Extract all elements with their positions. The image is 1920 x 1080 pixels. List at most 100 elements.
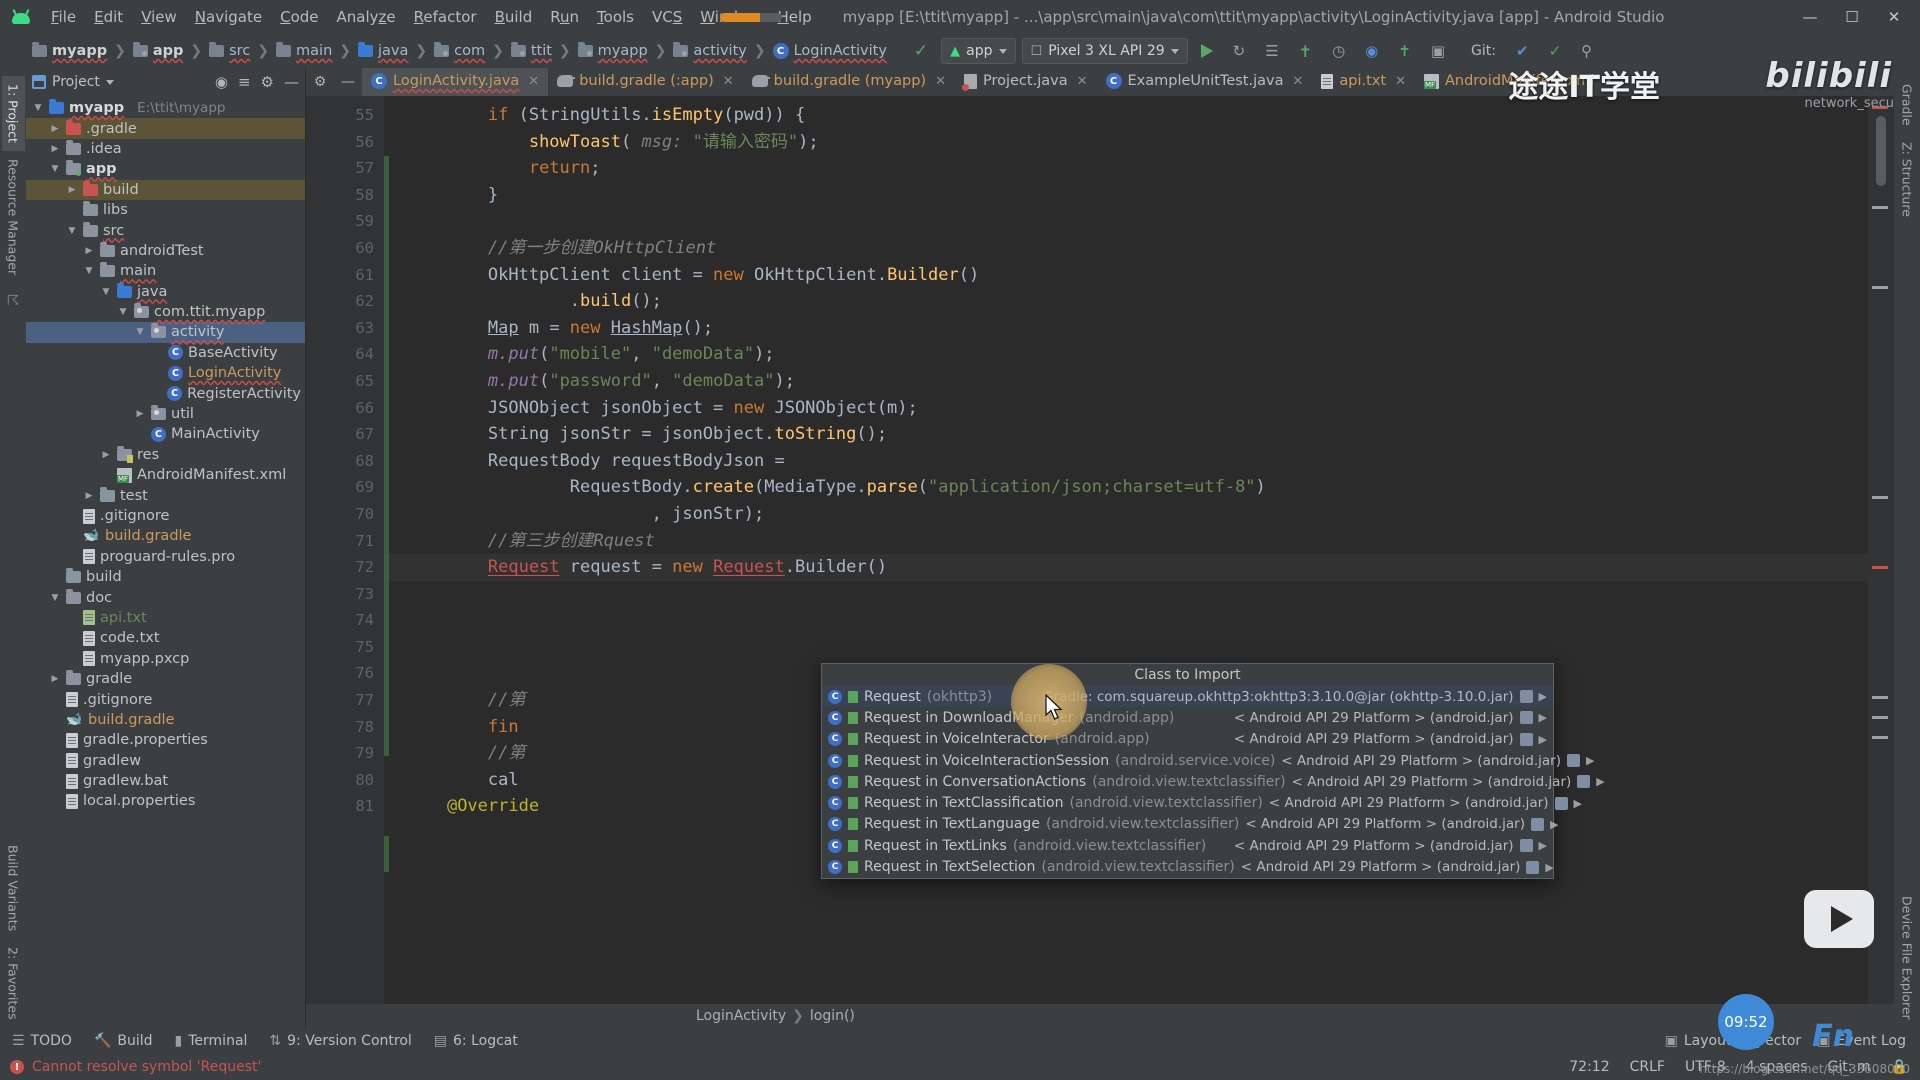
tree-node-api-txt[interactable]: api.txt: [26, 608, 305, 628]
code-line[interactable]: [384, 208, 1868, 235]
tree-node-local-properties[interactable]: local.properties: [26, 791, 305, 811]
code-line[interactable]: [384, 634, 1868, 661]
tree-node-src[interactable]: ▼ src: [26, 220, 305, 240]
tree-node-proguard-rules-pro[interactable]: proguard-rules.pro: [26, 547, 305, 567]
tree-node-myapp-pxcp[interactable]: myapp.pxcp: [26, 649, 305, 669]
code-line[interactable]: [384, 607, 1868, 634]
tree-node-myapp[interactable]: ▼ myapp E:\ttit\myapp: [26, 98, 305, 118]
tree-node-res[interactable]: ▶ res: [26, 445, 305, 465]
tree-node-gradlew[interactable]: gradlew: [26, 751, 305, 771]
tab-project-java[interactable]: Project.java ✕: [955, 68, 1097, 96]
code-line[interactable]: OkHttpClient client = new OkHttpClient.B…: [384, 262, 1868, 289]
maximize-button[interactable]: ☐: [1832, 2, 1872, 32]
settings-icon[interactable]: ⚙: [306, 68, 334, 96]
chevron-right-icon[interactable]: ▶: [1574, 797, 1582, 810]
menu-item-navigate[interactable]: Navigate: [186, 5, 271, 29]
expand-arrow[interactable]: ▶: [49, 124, 61, 134]
bottom-tool-9-version-control[interactable]: ⇅ 9: Version Control: [269, 1033, 411, 1049]
expand-arrow[interactable]: ▼: [49, 164, 61, 174]
menu-item-build[interactable]: Build: [486, 5, 542, 29]
import-candidate-row[interactable]: C Request in VoiceInteractionSession (and…: [822, 750, 1594, 771]
chevron-right-icon[interactable]: ▶: [1539, 690, 1547, 703]
collapse-all-icon[interactable]: ≡: [238, 73, 251, 91]
class-to-import-popup[interactable]: Class to Import C Request (okhttp3) Gradle…: [821, 663, 1605, 879]
breadcrumb-item-app[interactable]: app: [129, 42, 188, 60]
project-tree[interactable]: ▼ myapp E:\ttit\myapp ▶ .gradle ▶ .idea ▼ app ▶ bu…: [26, 96, 305, 1028]
bottom-tool-terminal[interactable]: ▮ Terminal: [175, 1033, 248, 1049]
chevron-right-icon[interactable]: ▶: [1545, 861, 1553, 874]
code-line[interactable]: //第三步创建Rquest: [384, 528, 1868, 555]
chevron-right-icon[interactable]: ▶: [1539, 733, 1547, 746]
code-line[interactable]: m.put("mobile", "demoData");: [384, 341, 1868, 368]
close-icon[interactable]: ✕: [1395, 74, 1406, 89]
tree-node--idea[interactable]: ▶ .idea: [26, 139, 305, 159]
code-line[interactable]: RequestBody requestBodyJson =: [384, 448, 1868, 475]
hide-icon[interactable]: —: [284, 73, 299, 91]
tree-node-util[interactable]: ▶ util: [26, 404, 305, 424]
close-icon[interactable]: ✕: [935, 74, 946, 89]
close-icon[interactable]: ✕: [723, 74, 734, 89]
breadcrumb-item-src[interactable]: src: [205, 42, 254, 60]
menu-item-analyze[interactable]: Analyze: [328, 5, 405, 29]
close-button[interactable]: ✕: [1874, 2, 1914, 32]
code-line[interactable]: JSONObject jsonObject = new JSONObject(m…: [384, 395, 1868, 422]
menu-item-tools[interactable]: Tools: [588, 5, 643, 29]
menu-item-edit[interactable]: Edit: [85, 5, 132, 29]
bottom-tool-todo[interactable]: ☰ TODO: [12, 1033, 72, 1049]
code-line[interactable]: //第一步创建OkHttpClient: [384, 235, 1868, 262]
chevron-right-icon[interactable]: ▶: [1550, 818, 1558, 831]
tree-node-build-gradle[interactable]: 🐋 build.gradle: [26, 526, 305, 546]
tree-node-java[interactable]: ▼ java: [26, 282, 305, 302]
expand-arrow[interactable]: ▼: [134, 327, 146, 337]
sidebar-item-build-variants[interactable]: Build Variants: [2, 837, 25, 939]
expand-arrow[interactable]: ▼: [83, 266, 95, 276]
code-line[interactable]: Request request = new Request.Builder(): [384, 554, 1868, 581]
tree-node-gradlew-bat[interactable]: gradlew.bat: [26, 771, 305, 791]
tree-node-build[interactable]: ▶ build: [26, 179, 305, 200]
code-line[interactable]: m.put("password", "demoData");: [384, 368, 1868, 395]
close-icon[interactable]: ✕: [1292, 74, 1303, 89]
chevron-right-icon[interactable]: ▶: [1539, 839, 1547, 852]
device-selector[interactable]: ☐ Pixel 3 XL API 29: [1021, 38, 1188, 64]
tree-node--gitignore[interactable]: .gitignore: [26, 506, 305, 526]
close-icon[interactable]: ✕: [1077, 74, 1088, 89]
code-line[interactable]: String jsonStr = jsonObject.toString();: [384, 421, 1868, 448]
breadcrumb-item-loginactivity[interactable]: C LoginActivity: [769, 42, 891, 60]
tree-node-build[interactable]: build: [26, 567, 305, 587]
apply-code-changes-button[interactable]: ☰: [1258, 38, 1285, 64]
breadcrumb-item-myapp[interactable]: myapp: [28, 42, 111, 60]
import-candidate-row[interactable]: C Request in TextLinks (android.view.text…: [822, 835, 1553, 856]
settings-icon[interactable]: ⚙: [261, 73, 274, 91]
sidebar-item-resource-manager[interactable]: Resource Manager: [2, 151, 25, 283]
profiler-button[interactable]: ◷: [1325, 38, 1352, 64]
menu-item-refactor[interactable]: Refactor: [405, 5, 486, 29]
code-line[interactable]: RequestBody.create(MediaType.parse("appl…: [384, 474, 1868, 501]
module-selector[interactable]: ▲ app: [941, 38, 1016, 64]
tree-node-mainactivity[interactable]: C MainActivity: [26, 424, 305, 444]
expand-arrow[interactable]: ▼: [117, 307, 129, 317]
breadcrumb-item-main[interactable]: main: [272, 42, 336, 60]
sidebar-item-favorites[interactable]: 2: Favorites: [2, 939, 25, 1028]
search-everywhere-button[interactable]: ⚲: [1574, 38, 1599, 64]
menu-item-vcs[interactable]: VCS: [643, 5, 691, 29]
code-line[interactable]: .build();: [384, 288, 1868, 315]
chevron-right-icon[interactable]: ▶: [1539, 711, 1547, 724]
tab-build-gradle-app-[interactable]: build.gradle (:app) ✕: [548, 68, 742, 96]
import-candidate-row[interactable]: C Request in TextSelection (android.view.…: [822, 856, 1554, 877]
run-button[interactable]: [1194, 38, 1220, 64]
breadcrumb-item-com[interactable]: com: [430, 42, 489, 60]
sidebar-item-structure[interactable]: Z: Structure: [1896, 134, 1919, 225]
sidebar-item-device-file-explorer[interactable]: Device File Explorer: [1896, 888, 1919, 1028]
expand-arrow[interactable]: ▶: [100, 450, 112, 460]
menu-item-code[interactable]: Code: [271, 5, 327, 29]
editor-breadcrumb[interactable]: LoginActivity ❯ login(): [306, 1004, 1894, 1028]
import-candidate-row[interactable]: C Request in VoiceInteractor (android.app…: [822, 729, 1553, 750]
layout-inspector-button[interactable]: ▣: [1424, 38, 1452, 64]
git-commit-button[interactable]: ✓: [1542, 38, 1569, 64]
chevron-down-icon[interactable]: [105, 79, 114, 85]
tree-node-baseactivity[interactable]: C BaseActivity: [26, 343, 305, 363]
tree-node-app[interactable]: ▼ app: [26, 159, 305, 179]
tree-node-libs[interactable]: libs: [26, 200, 305, 220]
code-line[interactable]: return;: [384, 155, 1868, 182]
close-icon[interactable]: ✕: [528, 74, 539, 89]
